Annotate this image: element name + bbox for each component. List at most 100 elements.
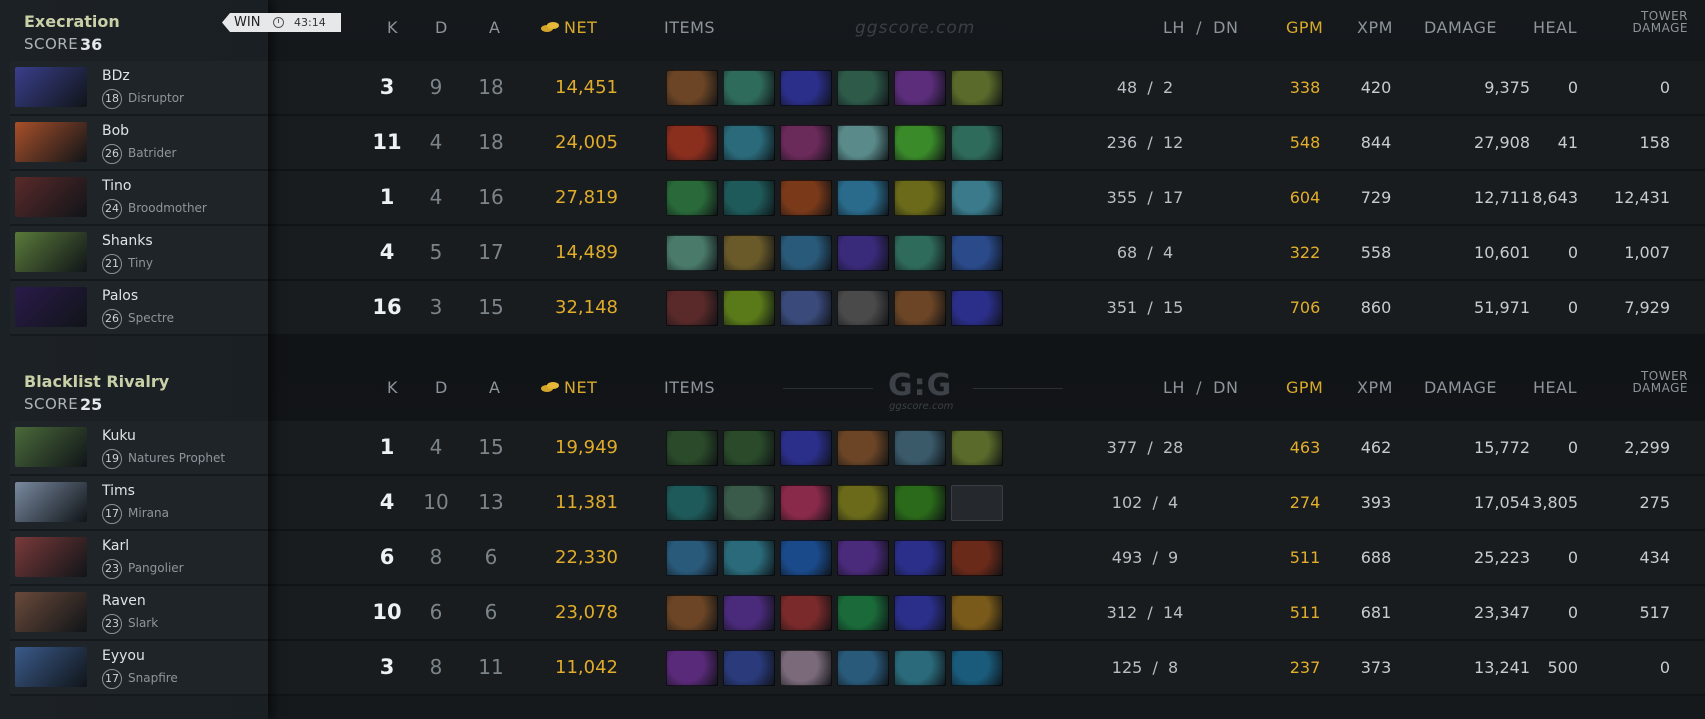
- xpm: 462: [1360, 438, 1392, 457]
- item-icon[interactable]: [723, 290, 775, 326]
- xpm: 681: [1360, 603, 1392, 622]
- item-icon[interactable]: [780, 430, 832, 466]
- item-icon[interactable]: [951, 235, 1003, 271]
- player-name: Karl: [102, 538, 130, 554]
- item-icon[interactable]: [951, 125, 1003, 161]
- item-icon[interactable]: [894, 180, 946, 216]
- item-icon[interactable]: [723, 485, 775, 521]
- hero-name: Batrider: [128, 146, 177, 160]
- item-icon[interactable]: [951, 180, 1003, 216]
- item-icon[interactable]: [951, 595, 1003, 631]
- item-icon[interactable]: [951, 290, 1003, 326]
- table-row: 4 10 13 11,381 102 / 4 274 393 17,054 3,805 275: [268, 476, 1705, 531]
- hero-healing: 0: [1567, 243, 1578, 262]
- xpm: 558: [1360, 243, 1392, 262]
- player-name: Palos: [102, 288, 139, 304]
- divider-line: [973, 388, 1063, 389]
- item-icon[interactable]: [780, 70, 832, 106]
- item-icon[interactable]: [666, 125, 718, 161]
- hero-portrait: [15, 122, 87, 162]
- item-icon[interactable]: [666, 70, 718, 106]
- table-row: 3 9 18 14,451 48 / 2 338 420 9,375 0 0: [268, 61, 1705, 116]
- player-card[interactable]: Bob 26 Batrider: [10, 116, 268, 171]
- item-icon[interactable]: [780, 650, 832, 686]
- table-row: 16 3 15 32,148 351 / 15 706 860 51,971 0 7,929: [268, 281, 1705, 336]
- player-name: Kuku: [102, 428, 136, 444]
- item-icon[interactable]: [780, 595, 832, 631]
- item-icon[interactable]: [780, 180, 832, 216]
- player-card[interactable]: Eyyou 17 Snapfire: [10, 641, 268, 696]
- item-icon[interactable]: [666, 540, 718, 576]
- tower-damage: 1,007: [1624, 243, 1670, 262]
- item-icon[interactable]: [894, 540, 946, 576]
- item-icon[interactable]: [894, 235, 946, 271]
- item-icon[interactable]: [666, 485, 718, 521]
- last-hits-denies: 312 / 14: [1106, 603, 1184, 622]
- deaths: 4: [429, 185, 443, 209]
- item-icon[interactable]: [951, 650, 1003, 686]
- player-card[interactable]: Karl 23 Pangolier: [10, 531, 268, 586]
- item-icon[interactable]: [837, 430, 889, 466]
- item-icon[interactable]: [666, 650, 718, 686]
- player-card[interactable]: Tino 24 Broodmother: [10, 171, 268, 226]
- player-card[interactable]: Tims 17 Mirana: [10, 476, 268, 531]
- hero-level: 24: [102, 199, 122, 219]
- deaths: 3: [429, 295, 443, 319]
- item-icon[interactable]: [837, 595, 889, 631]
- item-icon[interactable]: [723, 125, 775, 161]
- item-icon[interactable]: [780, 290, 832, 326]
- hero-healing: 8,643: [1532, 188, 1578, 207]
- deaths: 8: [429, 545, 443, 569]
- empty-item-slot: [951, 485, 1003, 521]
- gold-coin-icon: [541, 382, 559, 393]
- hero-level: 23: [102, 614, 122, 634]
- item-icon[interactable]: [723, 180, 775, 216]
- item-icon[interactable]: [837, 70, 889, 106]
- hero-level: 26: [102, 144, 122, 164]
- item-icon[interactable]: [894, 485, 946, 521]
- item-icon[interactable]: [666, 235, 718, 271]
- gpm: 338: [1289, 78, 1321, 97]
- item-icon[interactable]: [723, 650, 775, 686]
- item-icon[interactable]: [894, 125, 946, 161]
- player-card[interactable]: BDz 18 Disruptor: [10, 61, 268, 116]
- item-icon[interactable]: [723, 430, 775, 466]
- item-icon[interactable]: [951, 540, 1003, 576]
- item-icon[interactable]: [780, 235, 832, 271]
- item-icon[interactable]: [951, 70, 1003, 106]
- item-icon[interactable]: [723, 235, 775, 271]
- item-icon[interactable]: [780, 540, 832, 576]
- item-icon[interactable]: [837, 650, 889, 686]
- assists: 13: [478, 490, 504, 514]
- item-icon[interactable]: [666, 290, 718, 326]
- col-header-d: D: [435, 378, 448, 397]
- player-card[interactable]: Raven 23 Slark: [10, 586, 268, 641]
- item-icon[interactable]: [837, 290, 889, 326]
- item-icon[interactable]: [894, 595, 946, 631]
- item-icon[interactable]: [951, 430, 1003, 466]
- item-icon[interactable]: [780, 485, 832, 521]
- item-icon[interactable]: [723, 70, 775, 106]
- item-icon[interactable]: [894, 290, 946, 326]
- player-card[interactable]: Kuku 19 Natures Prophet: [10, 421, 268, 476]
- item-icon[interactable]: [894, 650, 946, 686]
- item-icon[interactable]: [837, 540, 889, 576]
- item-icon[interactable]: [837, 180, 889, 216]
- item-icon[interactable]: [837, 125, 889, 161]
- deaths: 6: [429, 600, 443, 624]
- item-icon[interactable]: [666, 430, 718, 466]
- item-icon[interactable]: [723, 540, 775, 576]
- item-icon[interactable]: [894, 70, 946, 106]
- tower-damage: 0: [1659, 658, 1670, 677]
- item-icon[interactable]: [723, 595, 775, 631]
- table-row: 10 6 6 23,078 312 / 14 511 681 23,347 0 517: [268, 586, 1705, 641]
- item-icon[interactable]: [780, 125, 832, 161]
- item-icon[interactable]: [666, 180, 718, 216]
- item-icon[interactable]: [837, 235, 889, 271]
- item-icon[interactable]: [837, 485, 889, 521]
- item-icon[interactable]: [666, 595, 718, 631]
- item-icon[interactable]: [894, 430, 946, 466]
- player-card[interactable]: Shanks 21 Tiny: [10, 226, 268, 281]
- player-card[interactable]: Palos 26 Spectre: [10, 281, 268, 336]
- hero-level: 23: [102, 559, 122, 579]
